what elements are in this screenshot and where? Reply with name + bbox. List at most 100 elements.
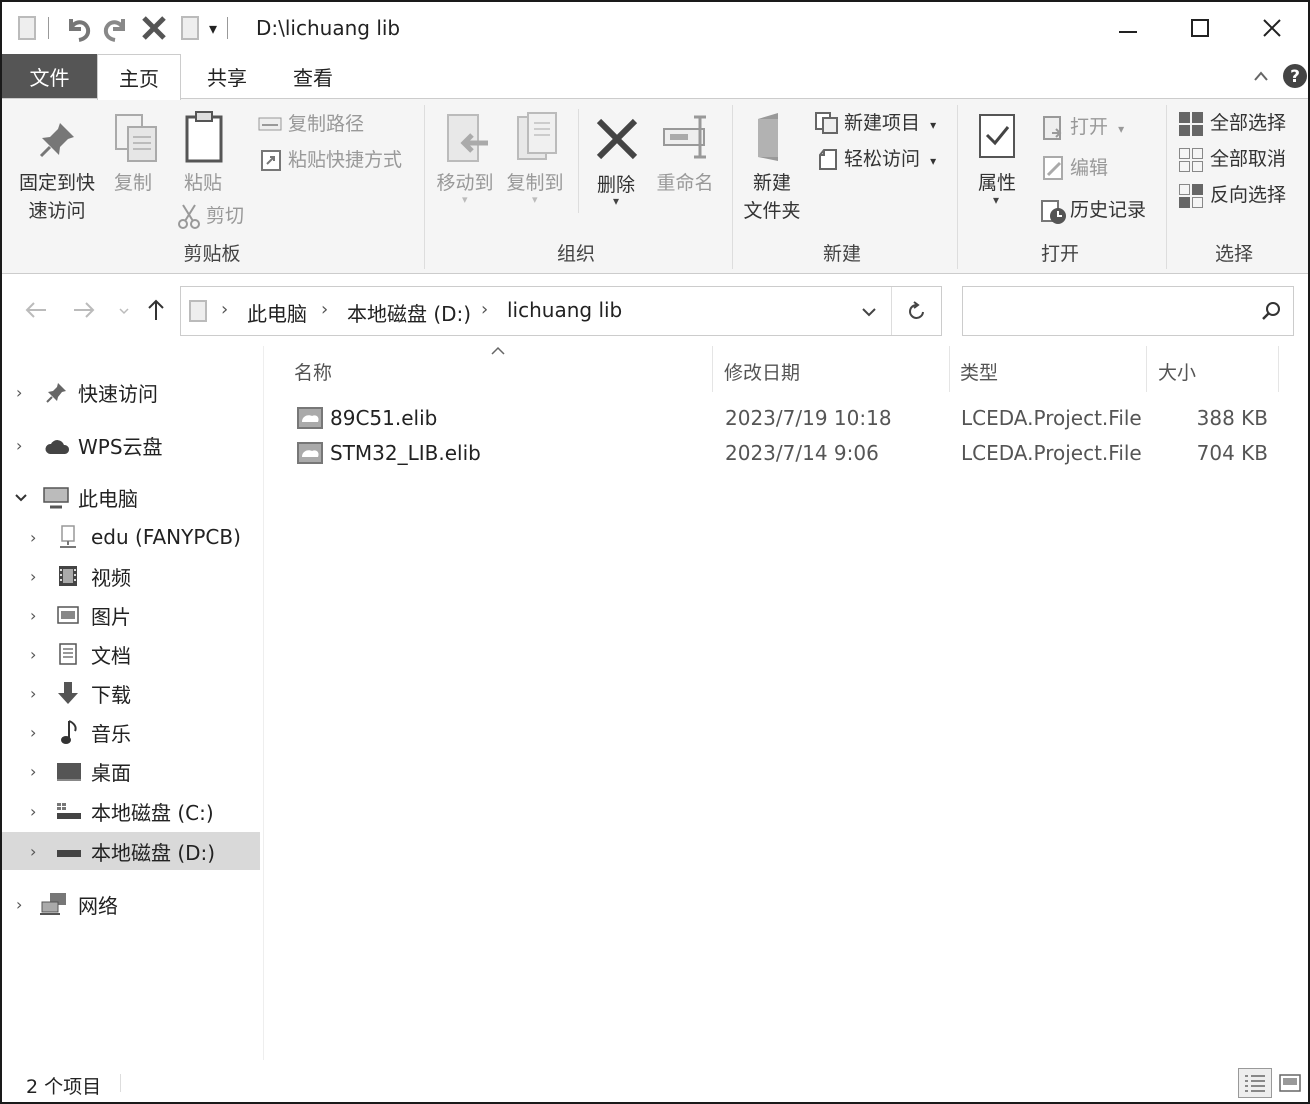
- expand-chevron-icon[interactable]: ›: [16, 383, 22, 402]
- address-divider: [891, 287, 892, 335]
- breadcrumb-this-pc[interactable]: 此电脑: [247, 298, 307, 327]
- pin-to-quick-access-button[interactable]: 固定到快 速访问: [12, 169, 102, 225]
- rename-button[interactable]: 重命名: [652, 169, 718, 197]
- details-view-icon: [1245, 1075, 1265, 1092]
- group-separator: [424, 105, 425, 269]
- expanded-chevron-icon[interactable]: [14, 493, 28, 503]
- select-none-icon: [1179, 148, 1203, 172]
- file-row[interactable]: STM32_LIB.elib 2023/7/14 9:06 LCEDA.Proj…: [292, 436, 1292, 470]
- nav-item-videos[interactable]: › 视频: [2, 557, 260, 595]
- select-none-button[interactable]: 全部取消: [1210, 145, 1286, 173]
- network-drive-icon: [60, 525, 76, 548]
- tab-file[interactable]: 文件: [2, 54, 97, 98]
- nav-item-documents[interactable]: › 文档: [2, 635, 260, 673]
- undo-icon[interactable]: [63, 13, 93, 43]
- drive-icon: [57, 850, 81, 857]
- expand-chevron-icon[interactable]: ›: [30, 684, 36, 703]
- expand-chevron-icon[interactable]: ›: [30, 645, 36, 664]
- new-item-button[interactable]: 新建项目 ▾: [844, 109, 936, 139]
- download-arrow-icon: [58, 682, 78, 704]
- recent-locations-chevron-icon[interactable]: [118, 306, 130, 316]
- delete-chevron: ▾: [613, 194, 620, 208]
- column-divider[interactable]: [949, 346, 950, 392]
- column-divider[interactable]: [712, 346, 713, 392]
- nav-label: 音乐: [91, 721, 131, 746]
- forward-arrow-icon[interactable]: [72, 300, 96, 320]
- nav-item-drive-c[interactable]: › 本地磁盘 (C:): [2, 792, 260, 830]
- nav-item-edu-fanypcb[interactable]: › edu (FANYPCB): [2, 518, 260, 556]
- nav-item-pictures[interactable]: › 图片: [2, 596, 260, 634]
- nav-item-network[interactable]: › 网络: [2, 885, 260, 923]
- expand-chevron-icon[interactable]: ›: [30, 567, 36, 586]
- copy-button[interactable]: 复制: [108, 169, 158, 197]
- rename-icon: [663, 115, 706, 159]
- expand-chevron-icon[interactable]: ›: [30, 842, 36, 861]
- address-bar[interactable]: › 此电脑 › 本地磁盘 (D:) › lichuang lib: [180, 286, 942, 336]
- column-header-date[interactable]: 修改日期: [724, 358, 800, 385]
- nav-item-drive-d[interactable]: › 本地磁盘 (D:): [2, 832, 260, 870]
- minimize-button[interactable]: [1092, 2, 1164, 54]
- column-header-type[interactable]: 类型: [960, 358, 998, 385]
- expand-chevron-icon[interactable]: ›: [30, 723, 36, 742]
- new-item-label: 新建项目: [844, 112, 921, 134]
- help-icon[interactable]: ?: [1282, 63, 1308, 89]
- expand-chevron-icon[interactable]: ›: [16, 436, 22, 455]
- nav-item-quick-access[interactable]: › 快速访问: [2, 373, 260, 411]
- nav-item-downloads[interactable]: › 下载: [2, 674, 260, 712]
- maximize-button[interactable]: [1164, 2, 1236, 54]
- collapse-ribbon-icon[interactable]: [1253, 70, 1269, 82]
- pin-label-line2: 速访问: [28, 200, 86, 222]
- search-box[interactable]: [962, 286, 1294, 336]
- customize-dropdown[interactable]: ▾: [209, 19, 217, 38]
- history-button[interactable]: 历史记录: [1070, 196, 1146, 224]
- nav-label: 文档: [91, 643, 131, 668]
- copy-path-button[interactable]: 复制路径: [288, 110, 364, 138]
- paste-shortcut-button[interactable]: 粘贴快捷方式: [288, 146, 402, 174]
- new-folder-button[interactable]: 新建 文件夹: [738, 169, 806, 225]
- breadcrumb-lichuang-lib[interactable]: lichuang lib: [507, 298, 622, 322]
- redo-icon[interactable]: [101, 13, 131, 43]
- back-arrow-icon[interactable]: [24, 300, 48, 320]
- open-button[interactable]: 打开 ▾: [1070, 113, 1124, 143]
- details-view-button[interactable]: [1238, 1068, 1272, 1098]
- column-header-size[interactable]: 大小: [1158, 358, 1196, 385]
- column-divider[interactable]: [1146, 346, 1147, 392]
- up-arrow-icon[interactable]: [146, 298, 166, 322]
- tab-share[interactable]: 共享: [192, 54, 262, 98]
- column-divider[interactable]: [1278, 346, 1279, 392]
- refresh-icon[interactable]: [907, 300, 927, 322]
- column-header-name[interactable]: 名称: [294, 358, 332, 385]
- properties-icon[interactable]: [181, 16, 199, 40]
- nav-item-desktop[interactable]: › 桌面: [2, 752, 260, 790]
- edit-button[interactable]: 编辑: [1070, 154, 1108, 182]
- paste-button[interactable]: 粘贴: [178, 169, 228, 197]
- large-icons-view-button[interactable]: [1276, 1068, 1304, 1098]
- address-history-chevron-icon[interactable]: [861, 306, 877, 318]
- file-type: LCEDA.Project.File: [961, 406, 1142, 430]
- nav-item-this-pc[interactable]: 此电脑: [2, 478, 260, 516]
- tab-home[interactable]: 主页: [97, 54, 181, 100]
- expand-chevron-icon[interactable]: ›: [30, 802, 36, 821]
- nav-label: 视频: [91, 565, 131, 590]
- document-icon[interactable]: [18, 16, 36, 40]
- expand-chevron-icon[interactable]: ›: [30, 762, 36, 781]
- file-row[interactable]: 89C51.elib 2023/7/19 10:18 LCEDA.Project…: [292, 401, 1292, 435]
- minimize-icon: [1119, 31, 1137, 33]
- nav-item-music[interactable]: › 音乐: [2, 713, 260, 751]
- delete-icon[interactable]: [141, 15, 167, 41]
- cut-button[interactable]: 剪切: [206, 202, 244, 230]
- clipboard-group-label: 剪贴板: [183, 243, 241, 265]
- expand-chevron-icon[interactable]: ›: [16, 895, 22, 914]
- select-all-button[interactable]: 全部选择: [1210, 109, 1286, 137]
- breadcrumb-drive-d[interactable]: 本地磁盘 (D:): [347, 298, 471, 327]
- easy-access-button[interactable]: 轻松访问 ▾: [844, 145, 936, 175]
- open-icon: [1043, 116, 1062, 140]
- invert-selection-button[interactable]: 反向选择: [1210, 181, 1286, 209]
- close-button[interactable]: [1236, 2, 1308, 54]
- cloud-icon: [45, 440, 70, 454]
- nav-item-wps-cloud[interactable]: › WPS云盘: [2, 426, 260, 464]
- expand-chevron-icon[interactable]: ›: [30, 528, 36, 547]
- tab-view[interactable]: 查看: [278, 54, 348, 98]
- copy-to-chevron: ▾: [532, 193, 538, 206]
- expand-chevron-icon[interactable]: ›: [30, 606, 36, 625]
